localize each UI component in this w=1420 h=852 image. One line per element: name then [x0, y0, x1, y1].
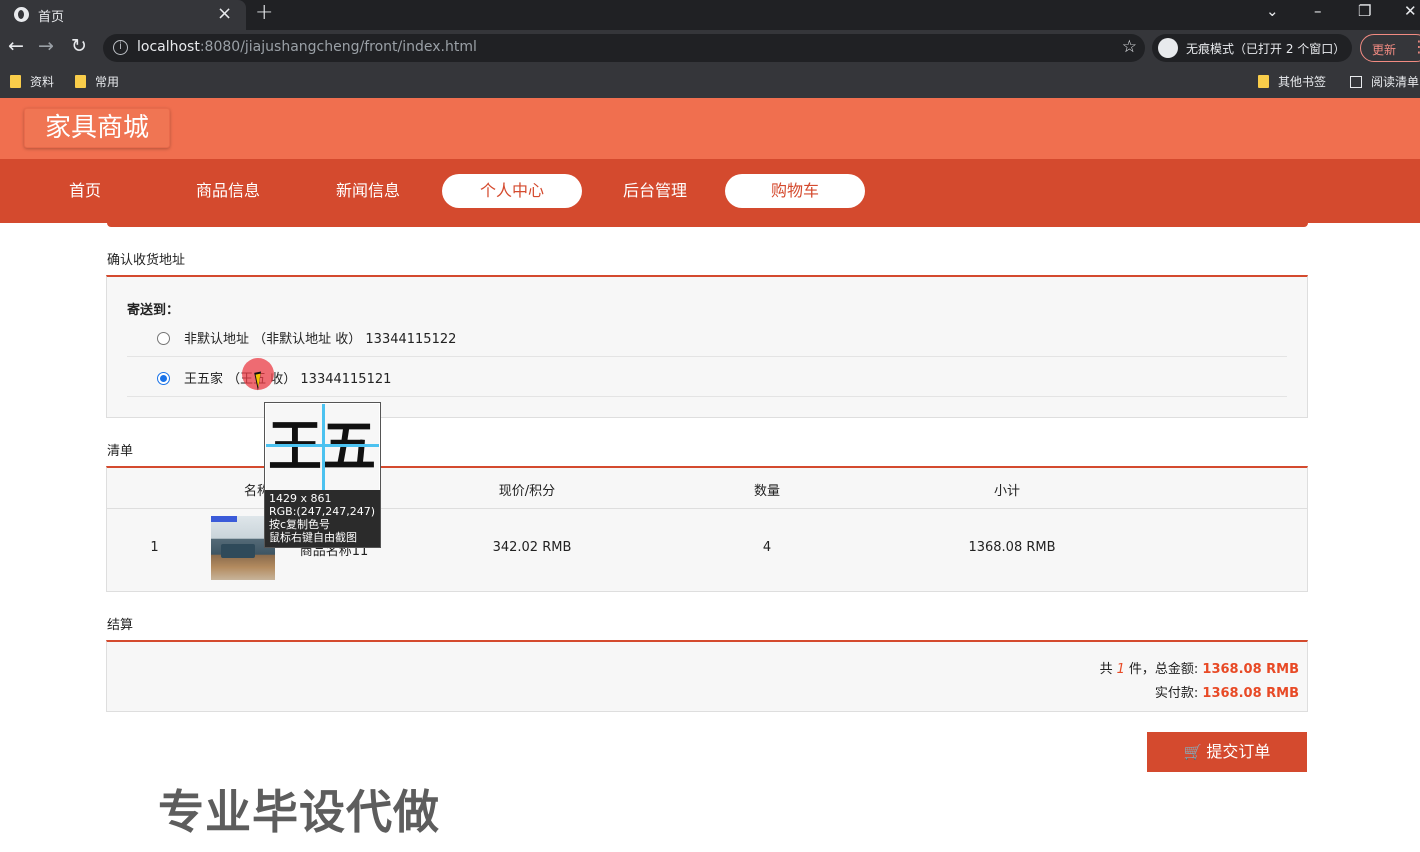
address-panel: 寄送到： 非默认地址 （非默认地址 收） 13344115122 王五家 （王五… — [106, 275, 1308, 418]
address-option[interactable]: 王五家 （王五 收） 13344115121 — [127, 357, 1287, 397]
ship-to-label: 寄送到： — [127, 303, 180, 318]
checkout-section-title: 结算 — [107, 618, 134, 633]
address-bar[interactable]: i localhost:8080/jiajushangcheng/front/i… — [103, 34, 1145, 62]
minimize-button[interactable]: – — [1314, 2, 1322, 20]
col-header-qty: 数量 — [753, 484, 780, 499]
restore-button[interactable]: ❐ — [1358, 2, 1371, 20]
address-option[interactable]: 非默认地址 （非默认地址 收） 13344115122 — [127, 317, 1287, 357]
close-window-button[interactable]: ✕ — [1404, 2, 1417, 20]
address-radio[interactable] — [157, 332, 170, 345]
bookmarks-bar: 资料 常用 其他书签 阅读清单 — [0, 66, 1420, 98]
crosshair-vertical — [322, 404, 325, 490]
url-text: localhost:8080/jiajushangcheng/front/ind… — [137, 39, 477, 55]
nav-admin[interactable]: 后台管理 — [585, 174, 725, 208]
reading-list[interactable]: 阅读清单 — [1350, 73, 1419, 90]
list-section-title: 清单 — [107, 444, 134, 459]
nav-products[interactable]: 商品信息 — [158, 174, 298, 208]
back-icon[interactable]: ← — [8, 35, 24, 57]
site-nav: 首页 商品信息 新闻信息 个人中心 后台管理 购物车 — [0, 159, 1420, 223]
submit-order-button[interactable]: 🛒 提交订单 — [1147, 732, 1307, 772]
color-picker-magnifier: 王五 1429 x 861 RGB:(247,247,247) 按c复制色号 鼠… — [264, 402, 381, 548]
watermark-text: 专业毕设代做 — [158, 785, 440, 839]
total-amount: 1368.08 RMB — [1202, 662, 1299, 677]
row-index: 1 — [150, 540, 159, 555]
folder-icon — [10, 75, 21, 88]
nav-cart[interactable]: 购物车 — [725, 174, 865, 208]
incognito-indicator[interactable]: 无痕模式（已打开 2 个窗口） — [1152, 34, 1352, 62]
reload-icon[interactable]: ↻ — [71, 35, 87, 57]
address-radio-selected[interactable] — [157, 372, 170, 385]
site-info-icon[interactable]: i — [113, 40, 128, 55]
update-button[interactable]: 更新 ⋮ — [1360, 34, 1420, 62]
browser-tab[interactable]: 首页 × — [0, 0, 246, 30]
tab-title: 首页 — [38, 10, 65, 25]
site-logo[interactable]: 家具商城 — [24, 108, 170, 148]
bookmark-folder[interactable]: 其他书签 — [1258, 73, 1326, 90]
address-section-title: 确认收货地址 — [107, 253, 186, 268]
submit-order-label: 提交订单 — [1206, 742, 1271, 761]
site-header: 家具商城 — [0, 98, 1420, 159]
close-tab-icon[interactable]: × — [217, 3, 232, 24]
update-label: 更新 — [1372, 43, 1397, 57]
cart-icon: 🛒 — [1183, 743, 1203, 761]
product-qty: 4 — [762, 540, 772, 555]
bookmark-folder[interactable]: 资料 — [10, 73, 54, 90]
picker-hint-copy: 按c复制色号 — [269, 518, 331, 531]
bookmark-folder[interactable]: 常用 — [75, 73, 119, 90]
col-header-subtotal: 小计 — [993, 484, 1020, 499]
product-price: 342.02 RMB — [492, 540, 572, 555]
reading-list-icon — [1350, 76, 1362, 88]
picker-info: 1429 x 861 RGB:(247,247,247) 按c复制色号 鼠标右键… — [265, 490, 380, 547]
picker-rgb: RGB:(247,247,247) — [269, 505, 375, 518]
address-text: 非默认地址 （非默认地址 收） 13344115122 — [184, 332, 457, 347]
incognito-label: 无痕模式（已打开 2 个窗口） — [1186, 42, 1346, 56]
address-text: 王五家 （王五 收） 13344115121 — [184, 372, 392, 387]
item-count: 1 — [1116, 662, 1125, 677]
checkout-panel: 共 1 件，总金额: 1368.08 RMB 实付款: 1368.08 RMB — [106, 640, 1308, 712]
content-top-edge — [107, 222, 1308, 227]
menu-dots-icon[interactable]: ⋮ — [1411, 37, 1420, 56]
picker-hint-capture: 鼠标右键自由截图 — [269, 531, 357, 544]
bookmark-star-icon[interactable]: ☆ — [1122, 37, 1137, 57]
forward-icon[interactable]: → — [38, 35, 54, 57]
tab-search-icon[interactable]: ⌄ — [1266, 2, 1279, 20]
incognito-icon — [1158, 38, 1178, 58]
globe-icon — [14, 7, 29, 22]
magnified-view: 王五 — [266, 404, 379, 490]
new-tab-button[interactable]: + — [255, 0, 273, 25]
folder-icon — [75, 75, 86, 88]
browser-tab-strip: 首页 × + ⌄ – ❐ ✕ — [0, 0, 1420, 30]
total-line: 共 1 件，总金额: 1368.08 RMB — [1099, 662, 1299, 677]
nav-user-center[interactable]: 个人中心 — [442, 174, 582, 208]
paid-amount: 1368.08 RMB — [1202, 686, 1299, 701]
nav-news[interactable]: 新闻信息 — [298, 174, 438, 208]
paid-line: 实付款: 1368.08 RMB — [1154, 686, 1299, 701]
folder-icon — [1258, 75, 1269, 88]
nav-home[interactable]: 首页 — [15, 174, 155, 208]
product-subtotal: 1368.08 RMB — [968, 540, 1056, 555]
picker-size: 1429 x 861 — [269, 492, 332, 505]
col-header-price: 现价/积分 — [498, 484, 556, 499]
